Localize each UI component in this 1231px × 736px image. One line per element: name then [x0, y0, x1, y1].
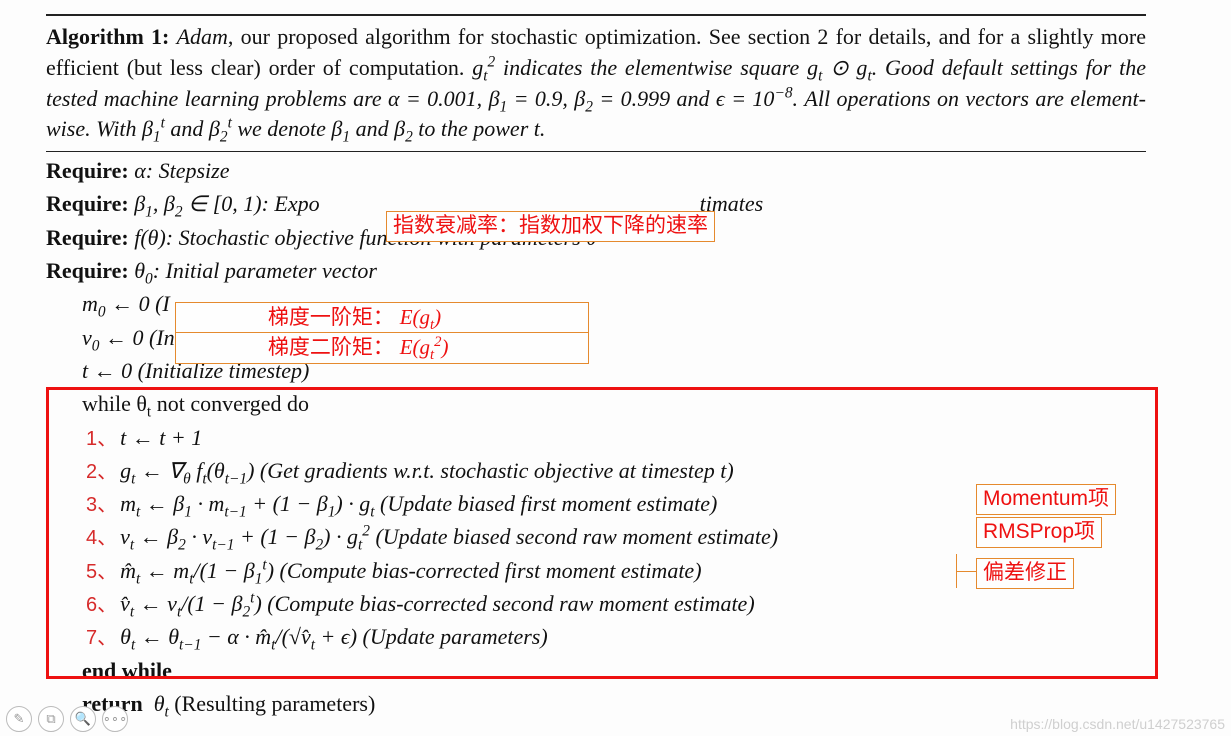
require-text: β1, β2 ∈ [0, 1): Expo: [134, 189, 319, 220]
step-text: gt ← ∇θ ft(θt−1) (Get gradients w.r.t. s…: [120, 456, 734, 487]
annotation-math: E(gt2): [400, 335, 449, 359]
pencil-icon: ✎: [14, 711, 25, 727]
require-keyword: Require:: [46, 256, 134, 287]
annotation-math: E(gt): [400, 305, 441, 329]
annotation-text: 偏差修正: [983, 561, 1067, 584]
return-line: return θt (Resulting parameters): [46, 689, 1146, 720]
rule-mid: [46, 151, 1146, 152]
bottom-toolbar: ✎ ⧉ 🔍 ∘∘∘: [6, 706, 128, 732]
more-button[interactable]: ∘∘∘: [102, 706, 128, 732]
step-text: vt ← β2 · vt−1 + (1 − β2) · gt2 (Update …: [120, 522, 778, 553]
watermark: https://blog.csdn.net/u1427523765: [1010, 716, 1225, 732]
magnifier-icon: 🔍: [75, 711, 91, 727]
loop-step: 7、θt ← θt−1 − α · m̂t/(√v̂t + ϵ) (Update…: [46, 622, 1146, 653]
require-line: Require: θ0: Initial parameter vector: [46, 256, 1146, 287]
annotation-second-moment: 梯度二阶矩： E(gt2): [175, 332, 589, 364]
annotation-text: RMSProp项: [983, 520, 1095, 543]
require-text: θ0: Initial parameter vector: [134, 256, 377, 287]
annotation-text: 梯度二阶矩：: [268, 336, 394, 359]
annotation-text: Momentum项: [983, 487, 1109, 510]
require-keyword: Require:: [46, 156, 134, 187]
while-line: while θt not converged do: [46, 389, 1146, 420]
algorithm-caption: Algorithm 1: Adam, our proposed algorith…: [46, 22, 1146, 145]
require-text: α: Stepsize: [134, 156, 229, 187]
loop-step: 2、gt ← ∇θ ft(θt−1) (Get gradients w.r.t.…: [46, 456, 1146, 487]
step-text: t ← t + 1: [120, 423, 202, 454]
step-text: mt ← β1 · mt−1 + (1 − β1) · gt (Update b…: [120, 489, 717, 520]
while-text: while θt not converged do: [82, 389, 309, 420]
init-text: m0 ← 0 (I: [82, 289, 170, 320]
loop-step: 1、t ← t + 1: [46, 423, 1146, 454]
annotation-momentum: Momentum项: [976, 484, 1116, 515]
step-index: 7、: [86, 624, 117, 652]
annotation-connector: [956, 571, 976, 572]
endwhile-line: end while: [46, 656, 1146, 687]
algorithm-block: Algorithm 1: Adam, our proposed algorith…: [46, 14, 1146, 722]
require-line: Require: α: Stepsize: [46, 156, 1146, 187]
group-button[interactable]: ⧉: [38, 706, 64, 732]
step-index: 4、: [86, 524, 117, 552]
step-text: v̂t ← vt/(1 − β2t) (Compute bias-correct…: [120, 589, 755, 620]
require-keyword: Require:: [46, 189, 134, 220]
step-index: 6、: [86, 591, 117, 619]
endwhile-text: end while: [82, 656, 172, 687]
rule-top: [46, 14, 1146, 16]
step-index: 1、: [86, 425, 117, 453]
init-text: v0 ← 0 (In: [82, 323, 175, 354]
annotation-text: 梯度一阶矩：: [268, 306, 394, 329]
step-index: 5、: [86, 558, 117, 586]
require-keyword: Require:: [46, 223, 134, 254]
annotation-text: 指数衰减率：指数加权下降的速率: [393, 214, 708, 237]
ellipsis-icon: ∘∘∘: [103, 711, 127, 727]
annotation-first-moment: 梯度一阶矩： E(gt): [175, 302, 589, 334]
algorithm-number: Algorithm 1:: [46, 24, 169, 49]
step-index: 2、: [86, 458, 117, 486]
loop-step: 6、v̂t ← vt/(1 − β2t) (Compute bias-corre…: [46, 589, 1146, 620]
algorithm-name: Adam: [177, 24, 228, 49]
edit-button[interactable]: ✎: [6, 706, 32, 732]
step-index: 3、: [86, 491, 117, 519]
squares-icon: ⧉: [46, 711, 55, 727]
annotation-rmsprop: RMSProp项: [976, 517, 1102, 548]
page-root: Algorithm 1: Adam, our proposed algorith…: [0, 0, 1231, 736]
annotation-connector: [956, 554, 957, 588]
annotation-bias-correction: 偏差修正: [976, 558, 1074, 589]
step-text: m̂t ← mt/(1 − β1t) (Compute bias-correct…: [120, 556, 701, 587]
zoom-button[interactable]: 🔍: [70, 706, 96, 732]
annotation-decay-rate: 指数衰减率：指数加权下降的速率: [386, 211, 715, 242]
step-text: θt ← θt−1 − α · m̂t/(√v̂t + ϵ) (Update p…: [120, 622, 548, 653]
